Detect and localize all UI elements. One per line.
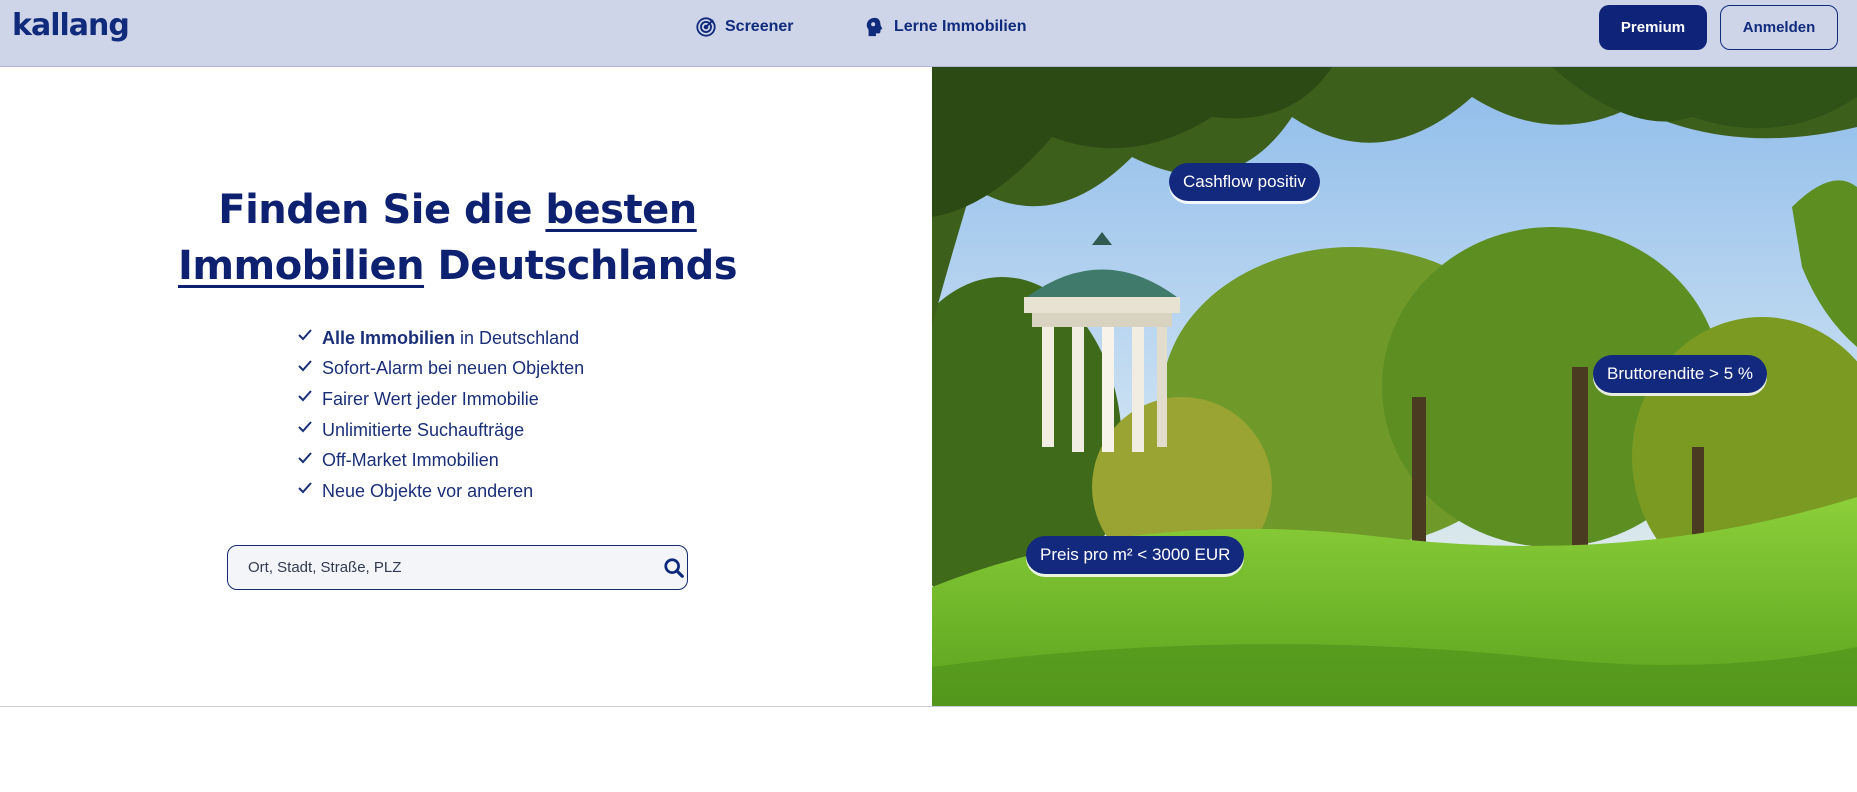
feature-item: Fairer Wert jeder Immobilie [298, 384, 584, 415]
badge-cashflow-positiv: Cashflow positiv [1169, 163, 1320, 201]
hero-image: Cashflow positiv Bruttorendite > 5 % Pre… [932, 67, 1857, 707]
headline-text: Finden Sie die [218, 187, 546, 233]
badge-bruttorendite: Bruttorendite > 5 % [1593, 355, 1768, 393]
feature-item: Unlimitierte Suchaufträge [298, 415, 584, 446]
search-icon[interactable] [663, 557, 685, 579]
headline-link-besten[interactable]: besten [545, 187, 697, 233]
feature-bold: Alle Immobilien [322, 327, 456, 348]
premium-button[interactable]: Premium [1599, 5, 1707, 50]
target-icon [696, 17, 716, 37]
login-button[interactable]: Anmelden [1720, 5, 1838, 50]
location-search [227, 545, 688, 590]
kallang-logo[interactable]: kallang [12, 8, 130, 43]
feature-text: Unlimitierte Suchaufträge [322, 419, 525, 440]
headline-link-immobilien[interactable]: Immobilien [178, 243, 425, 289]
feature-item: Neue Objekte vor anderen [298, 476, 584, 507]
check-icon [298, 482, 312, 494]
check-icon [298, 390, 312, 402]
feature-item: Off-Market Immobilien [298, 445, 584, 476]
check-icon [298, 421, 312, 433]
feature-text: Sofort-Alarm bei neuen Objekten [322, 358, 585, 379]
feature-list: Alle Immobilien in Deutschland Sofort-Al… [298, 323, 584, 507]
nav-lerne-immobilien-label: Lerne Immobilien [894, 18, 1027, 35]
feature-text: Off-Market Immobilien [322, 450, 499, 471]
brain-icon [866, 17, 883, 37]
section-divider [0, 706, 1857, 707]
nav-screener-label: Screener [725, 18, 794, 35]
badge-preis-pro-qm: Preis pro m² < 3000 EUR [1026, 536, 1245, 574]
feature-item: Alle Immobilien in Deutschland [298, 323, 584, 354]
feature-item: Sofort-Alarm bei neuen Objekten [298, 354, 584, 385]
headline-text-end: Deutschlands [424, 243, 738, 289]
feature-text: Neue Objekte vor anderen [322, 480, 534, 501]
location-search-input[interactable] [248, 546, 628, 588]
feature-text: Fairer Wert jeder Immobilie [322, 388, 539, 409]
nav-screener[interactable]: Screener [695, 14, 794, 40]
top-navigation-bar: kallang Screener Lerne Immobilien Premiu… [0, 0, 1857, 67]
check-icon [298, 360, 312, 372]
check-icon [298, 329, 312, 341]
page-headline: Finden Sie die besten Immobilien Deutsch… [100, 182, 815, 294]
hero-content: Finden Sie die besten Immobilien Deutsch… [0, 67, 932, 707]
nav-lerne-immobilien[interactable]: Lerne Immobilien [864, 14, 1026, 40]
feature-text: in Deutschland [460, 327, 580, 348]
check-icon [298, 452, 312, 464]
